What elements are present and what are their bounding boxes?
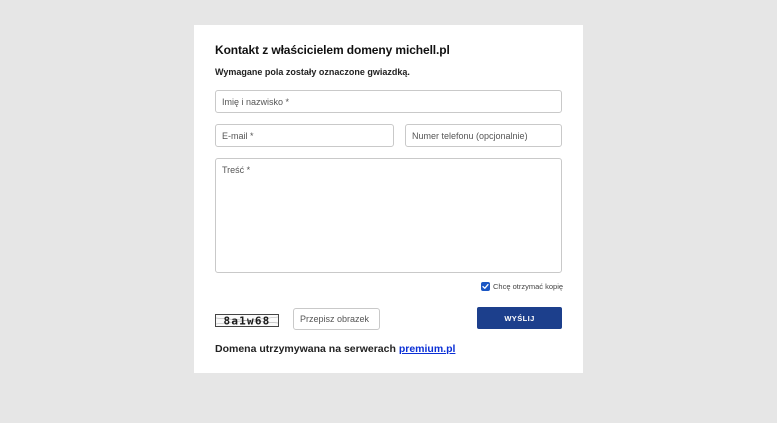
- captcha-text: 8a1w68: [224, 315, 271, 326]
- send-button[interactable]: WYŚLIJ: [477, 307, 562, 329]
- premium-link[interactable]: premium.pl: [399, 343, 456, 355]
- captcha-input[interactable]: [293, 308, 380, 330]
- hosting-footer: Domena utrzymywana na serwerach premium.…: [215, 343, 455, 355]
- contact-card: Kontakt z właścicielem domeny michell.pl…: [194, 25, 583, 373]
- captcha-image: 8a1w68: [215, 314, 279, 327]
- message-field[interactable]: [215, 158, 562, 273]
- name-field[interactable]: [215, 90, 562, 113]
- email-field[interactable]: [215, 124, 394, 147]
- copy-checkbox[interactable]: [481, 282, 490, 291]
- copy-checkbox-row[interactable]: Chcę otrzymać kopię: [481, 281, 563, 292]
- copy-checkbox-label[interactable]: Chcę otrzymać kopię: [493, 282, 563, 291]
- checkmark-icon: [482, 283, 489, 289]
- phone-field[interactable]: [405, 124, 562, 147]
- form-title: Kontakt z właścicielem domeny michell.pl: [215, 43, 450, 57]
- required-fields-note: Wymagane pola zostały oznaczone gwiazdką…: [215, 67, 410, 77]
- footer-text: Domena utrzymywana na serwerach: [215, 343, 399, 355]
